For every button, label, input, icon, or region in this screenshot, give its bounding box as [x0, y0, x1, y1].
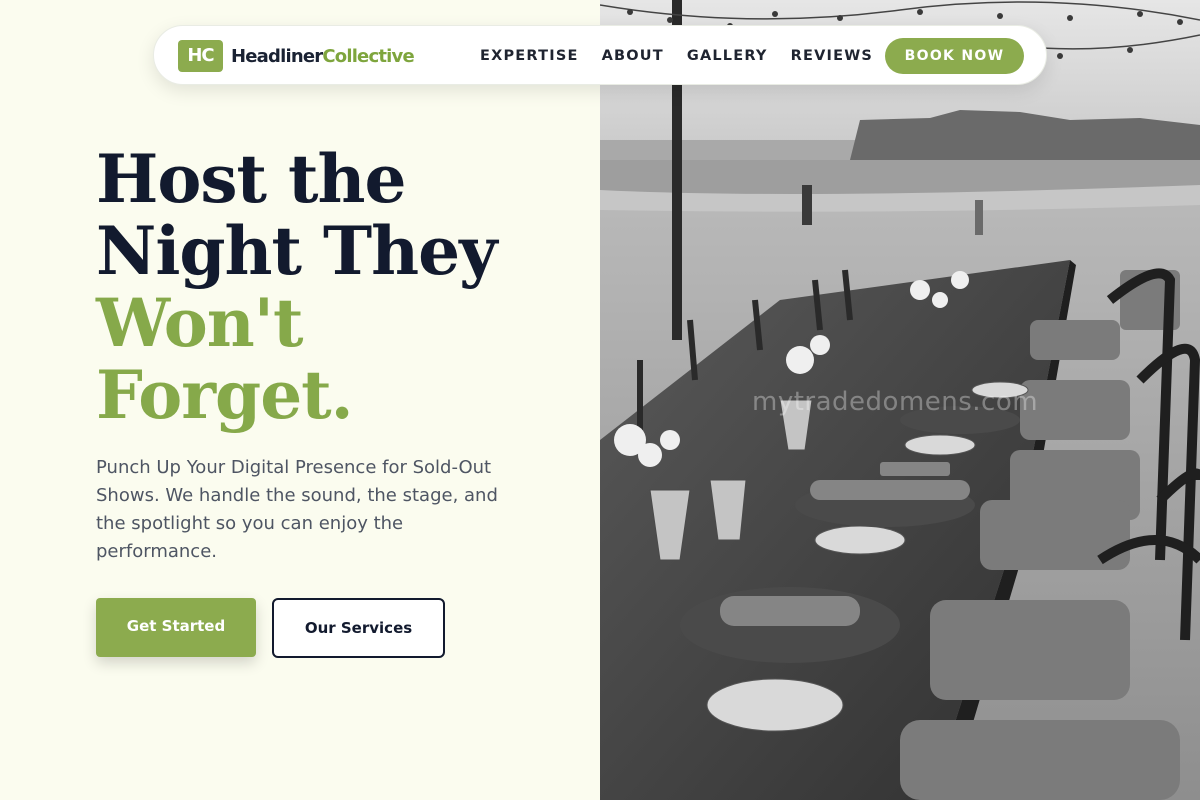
book-now-button[interactable]: BOOK NOW — [885, 38, 1024, 74]
brand-name-part2: Collective — [322, 45, 414, 67]
nav-link-gallery[interactable]: GALLERY — [687, 48, 768, 64]
get-started-button[interactable]: Get Started — [96, 598, 256, 657]
brand-logo[interactable]: HC HeadlinerCollective — [178, 40, 415, 72]
headline-line-4: Forget. — [96, 356, 354, 434]
hero-headline: Host the Night They Won't Forget. — [96, 140, 497, 434]
top-navbar: HC HeadlinerCollective EXPERTISE ABOUT G… — [153, 25, 1047, 85]
headline-line-1: Host the — [96, 140, 406, 218]
nav-link-expertise[interactable]: EXPERTISE — [480, 48, 579, 64]
logo-mark: HC — [178, 40, 223, 72]
nav-link-reviews[interactable]: REVIEWS — [791, 48, 873, 64]
headline-line-2: Night They — [96, 212, 497, 290]
brand-name-part1: Headliner — [231, 45, 323, 67]
brand-name: HeadlinerCollective — [231, 45, 415, 67]
our-services-button[interactable]: Our Services — [272, 598, 445, 658]
nav-link-about[interactable]: ABOUT — [602, 48, 664, 64]
headline-line-3: Won't — [96, 284, 303, 362]
image-watermark: mytradedomens.com — [752, 387, 1039, 417]
hero-subcopy: Punch Up Your Digital Presence for Sold-… — [96, 457, 498, 562]
nav-links: EXPERTISE ABOUT GALLERY REVIEWS — [480, 26, 896, 86]
